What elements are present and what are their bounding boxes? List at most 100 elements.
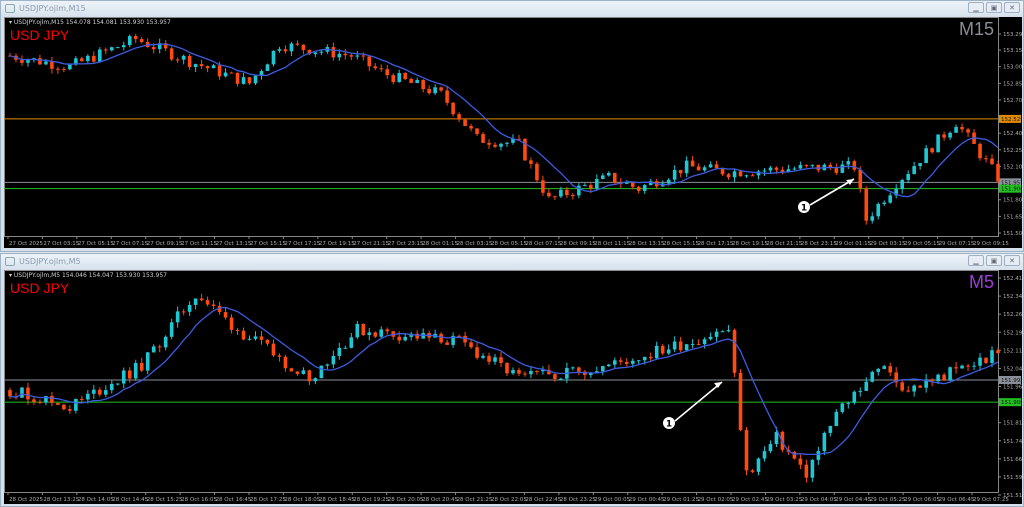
time-tick-label: 29 Oct 05:15: [904, 241, 940, 247]
candle-body: [313, 378, 318, 382]
candle-body: [529, 370, 533, 375]
candle-body: [205, 66, 210, 69]
candle-body: [612, 360, 617, 365]
candle-body: [553, 374, 557, 379]
candle-body: [559, 189, 563, 197]
candle-body: [642, 356, 647, 361]
price-level-label: 151.900: [1001, 187, 1022, 193]
time-tick-label: 27 Oct 15:15: [250, 241, 286, 247]
candle-body: [798, 458, 803, 465]
candle-body: [954, 367, 958, 369]
candle-body: [50, 396, 54, 403]
candle-body: [271, 343, 276, 356]
candle-body: [223, 312, 228, 318]
candle-body: [223, 72, 228, 77]
candle-body: [169, 322, 174, 337]
candle-body: [864, 381, 869, 391]
candle-body: [684, 344, 689, 351]
candle-body: [337, 53, 342, 58]
candle-body: [463, 335, 467, 343]
price-chart[interactable]: 153.295 153.150 153.000 152.850 152.700 152.4…: [4, 17, 1022, 248]
candle-body: [936, 374, 940, 382]
timeframe-label: M5: [968, 272, 994, 292]
candle-body: [822, 432, 827, 452]
time-tick-label: 28 Oct 07:15: [525, 241, 561, 247]
candle-body: [241, 77, 246, 84]
candle-body: [92, 389, 96, 394]
candle-body: [846, 402, 851, 404]
candle-body: [127, 370, 132, 379]
close-button[interactable]: ✕: [1004, 255, 1020, 266]
annotation-number: 1: [801, 204, 807, 214]
time-tick-label: 28 Oct 17:15: [698, 241, 734, 247]
candle-body: [331, 47, 336, 58]
candle-body: [666, 349, 671, 354]
candle-body: [798, 164, 803, 169]
candle-body: [571, 195, 575, 197]
time-tick-label: 27 Oct 03:15: [43, 241, 79, 247]
symbol-label: USD JPY: [10, 27, 70, 43]
price-chart[interactable]: 152.415 152.340 152.265 152.190 152.115 152.0…: [4, 270, 1022, 504]
candle-body: [774, 431, 779, 445]
candle-body: [313, 52, 318, 55]
candle-body: [996, 164, 1000, 182]
candle-body: [768, 444, 773, 452]
candle-body: [936, 134, 940, 153]
time-tick-label: 27 Oct 07:15: [112, 241, 148, 247]
candle-body: [972, 365, 976, 367]
price-tick-label: 152.265: [1003, 312, 1022, 318]
minimize-button[interactable]: ▁: [968, 255, 984, 266]
candle-body: [571, 367, 575, 369]
close-button[interactable]: ✕: [1004, 2, 1020, 13]
candle-body: [606, 364, 611, 367]
candle-body: [253, 336, 258, 339]
candle-body: [984, 158, 988, 160]
candle-body: [888, 195, 893, 203]
maximize-button[interactable]: ▣: [986, 2, 1002, 13]
window-title: USDJPY.ojlm,M5: [19, 257, 81, 266]
candle-body: [517, 370, 521, 374]
candle-body: [169, 48, 174, 60]
candle-body: [391, 75, 396, 83]
candle-body: [367, 332, 372, 336]
time-tick-label: 28 Oct 16:05: [181, 497, 217, 503]
window-titlebar[interactable]: USDJPY.ojlm,M5: [1, 254, 1023, 269]
candle-body: [744, 175, 749, 177]
candle-body: [439, 333, 443, 343]
candle-body: [499, 143, 503, 147]
time-tick-label: 29 Oct 00:05: [594, 497, 630, 503]
candle-body: [984, 357, 988, 363]
time-tick-label: 29 Oct 04:45: [835, 497, 871, 503]
candle-body: [523, 138, 527, 161]
time-tick-label: 27 Oct 11:15: [181, 241, 217, 247]
candle-body: [355, 323, 360, 338]
candle-body: [20, 387, 24, 398]
time-tick-label: 29 Oct 01:25: [663, 497, 699, 503]
candle-body: [151, 346, 156, 353]
candle-body: [367, 56, 372, 67]
candle-body: [960, 365, 964, 369]
price-tick-label: 151.650: [1003, 214, 1022, 220]
candle-body: [145, 352, 150, 371]
window-titlebar[interactable]: USDJPY.ojlm,M15: [1, 1, 1023, 16]
candle-body: [271, 50, 276, 65]
candle-body: [56, 68, 60, 70]
candle-body: [858, 390, 863, 392]
time-tick-label: 28 Oct 03:15: [457, 241, 493, 247]
price-tick-label: 152.190: [1003, 330, 1022, 336]
time-tick-label: 27 Oct 13:15: [216, 241, 252, 247]
price-tick-label: 153.150: [1003, 48, 1022, 54]
candle-body: [349, 337, 354, 348]
time-tick-label: 28 Oct 23:25: [560, 497, 596, 503]
candle-body: [319, 365, 324, 379]
candle-body: [493, 144, 497, 147]
maximize-button[interactable]: ▣: [986, 255, 1002, 266]
candle-body: [624, 182, 629, 184]
candle-body: [834, 411, 839, 427]
time-tick-label: 27 Oct 19:15: [319, 241, 355, 247]
candle-body: [469, 342, 473, 348]
candle-body: [954, 127, 958, 133]
candle-body: [439, 87, 443, 91]
minimize-button[interactable]: ▁: [968, 2, 984, 13]
candle-body: [133, 362, 138, 379]
